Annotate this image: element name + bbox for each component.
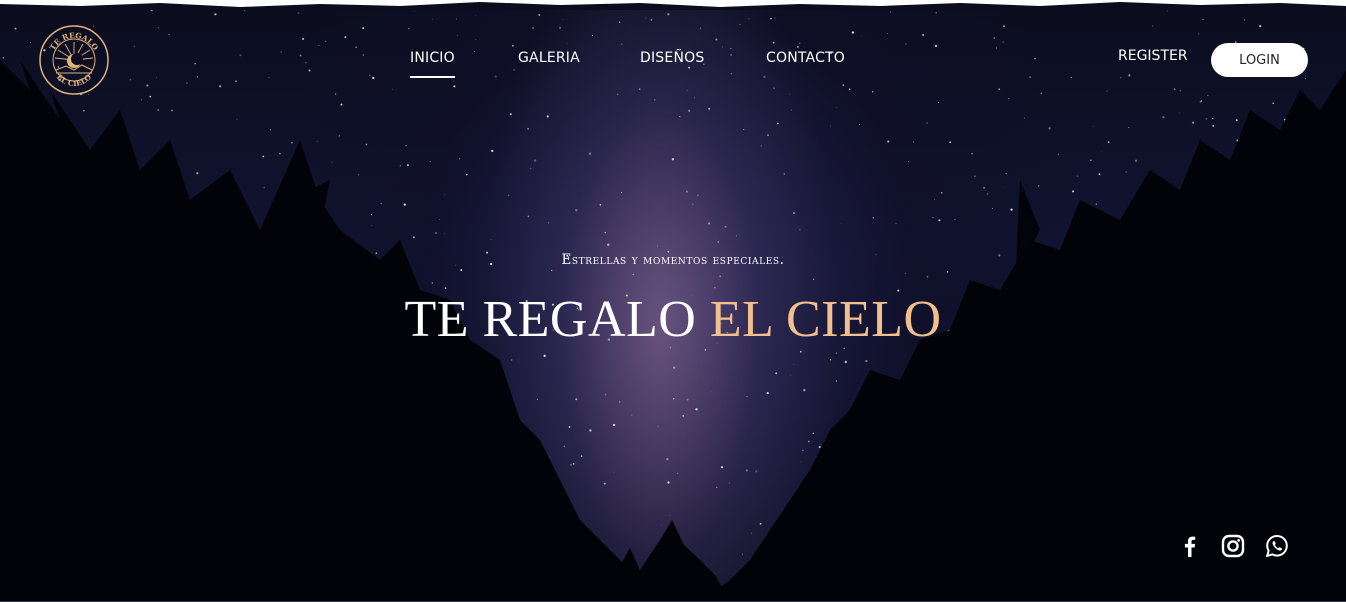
login-button[interactable]: LOGIN: [1211, 43, 1308, 77]
hero-title: TE REGALO EL CIELO: [0, 290, 1346, 349]
hero-subtitle: Estrellas y momentos especiales.: [561, 252, 785, 268]
sun-moon-emblem-icon: TE REGALO EL CIELO: [39, 25, 109, 95]
hero-section: TE REGALO EL CIELO INICIO GALERIA DISEÑO…: [0, 0, 1346, 602]
hero-title-white: TE REGALO: [404, 291, 697, 348]
nav-item-inicio[interactable]: INICIO: [410, 50, 455, 78]
nav-item-contacto[interactable]: CONTACTO: [766, 50, 845, 66]
facebook-icon[interactable]: [1177, 533, 1203, 559]
top-torn-edge: [0, 0, 1346, 10]
brand-logo[interactable]: TE REGALO EL CIELO: [38, 24, 110, 96]
nav-item-galeria[interactable]: GALERIA: [518, 50, 580, 66]
nav-item-disenos[interactable]: DISEÑOS: [640, 50, 704, 66]
instagram-icon[interactable]: [1220, 533, 1246, 559]
whatsapp-icon[interactable]: [1264, 533, 1290, 559]
register-link[interactable]: REGISTER: [1118, 48, 1188, 64]
hero-title-gold: EL CIELO: [709, 291, 942, 348]
logo-bottom-text: EL CIELO: [55, 72, 94, 88]
